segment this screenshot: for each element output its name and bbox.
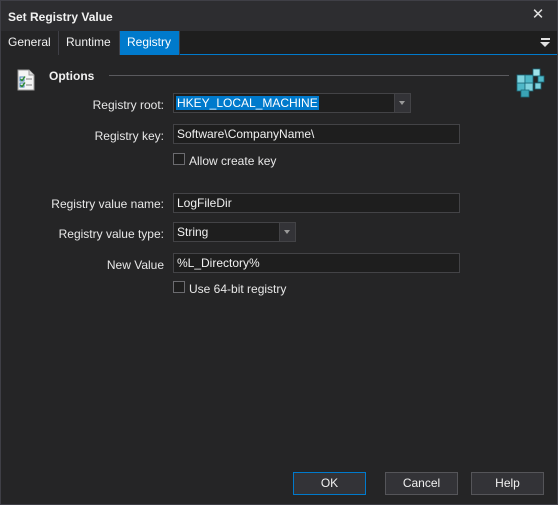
dialog-window: Set Registry Value ✕ General Runtime Reg…	[0, 0, 558, 505]
dialog-footer: OK Cancel Help	[1, 466, 557, 504]
use-64bit-registry-label: Use 64-bit registry	[189, 282, 287, 296]
tab-registry[interactable]: Registry	[120, 31, 180, 55]
registry-value-type-select[interactable]: String	[173, 222, 296, 242]
registry-panel: Options Registry root: HKEY_LOCAL_MACHIN…	[1, 56, 557, 466]
new-value-input[interactable]	[173, 253, 460, 273]
chevron-down-icon[interactable]	[279, 223, 295, 241]
registry-root-select[interactable]: HKEY_LOCAL_MACHINE	[173, 93, 411, 113]
chevron-down-icon[interactable]	[394, 94, 410, 112]
tab-menu-icon[interactable]	[539, 37, 551, 49]
registry-cubes-icon	[515, 66, 547, 98]
cancel-button[interactable]: Cancel	[385, 472, 458, 495]
ok-button[interactable]: OK	[293, 472, 366, 495]
tab-runtime[interactable]: Runtime	[59, 31, 120, 55]
tab-bar: General Runtime Registry	[1, 31, 557, 55]
registry-value-type-value: String	[177, 225, 209, 239]
allow-create-key-label: Allow create key	[189, 154, 277, 168]
title-bar: Set Registry Value ✕	[1, 1, 557, 31]
registry-value-name-label: Registry value name:	[51, 197, 164, 211]
close-icon[interactable]: ✕	[529, 6, 547, 24]
dialog-title: Set Registry Value	[8, 10, 113, 24]
use-64bit-registry-checkbox[interactable]	[173, 281, 185, 293]
registry-root-value: HKEY_LOCAL_MACHINE	[176, 96, 319, 110]
help-button[interactable]: Help	[471, 472, 544, 495]
new-value-label: New Value	[106, 258, 164, 272]
allow-create-key-checkbox[interactable]	[173, 153, 185, 165]
section-title: Options	[49, 69, 95, 83]
registry-key-input[interactable]	[173, 124, 460, 144]
tab-general[interactable]: General	[1, 31, 59, 55]
section-divider	[109, 75, 509, 76]
checklist-icon	[16, 69, 36, 91]
registry-value-name-input[interactable]	[173, 193, 460, 213]
registry-key-label: Registry key:	[94, 129, 164, 143]
registry-value-type-label: Registry value type:	[58, 227, 164, 241]
registry-root-label: Registry root:	[92, 98, 164, 112]
